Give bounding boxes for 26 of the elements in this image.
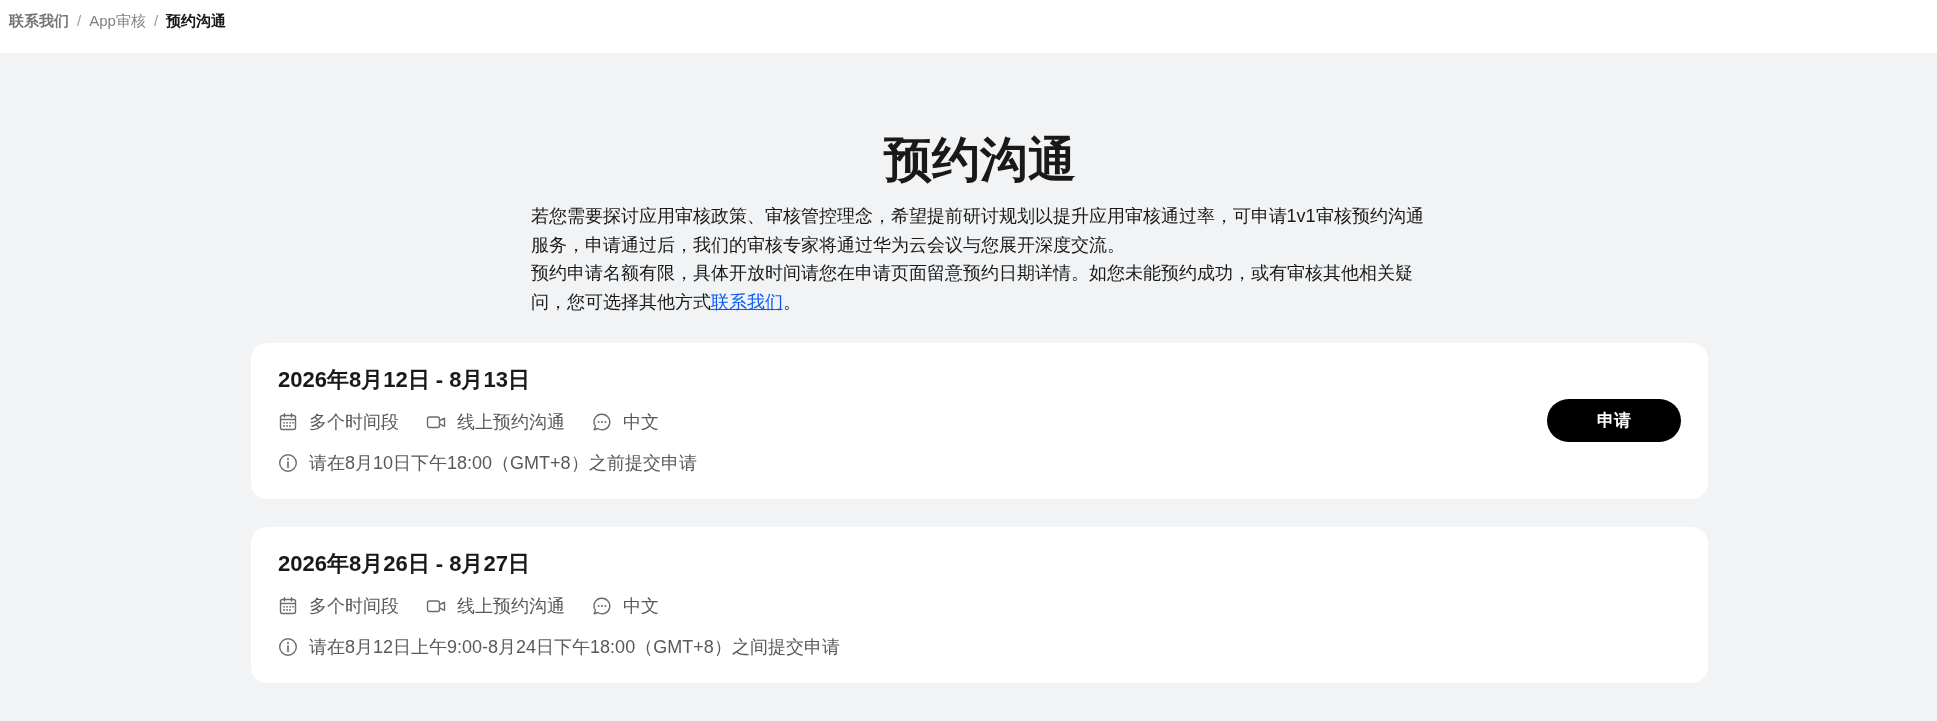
session-feature: 多个时间段 [309,411,399,434]
apply-button[interactable]: 申请 [1547,398,1681,442]
session-feature: 多个时间段 [309,595,399,618]
info-icon [278,453,298,473]
deadline-note: 请在8月10日下午18:00（GMT+8）之前提交申请 [309,452,697,475]
breadcrumb-current: 预约沟通 [166,11,227,31]
breadcrumb-separator: / [77,11,82,31]
calendar-icon [278,596,298,616]
intro-paragraph: 若您需要探讨应用审核政策、审核管控理念，希望提前研讨规划以提升应用审核通过率，可申请1v1审核预约沟通服务，申请通过后，我们的审核专家将通过华为云会议与您展开深度交流。 [530,205,1425,257]
chat-bubble-icon [592,596,612,616]
info-icon [278,637,298,657]
chat-bubble-icon [592,412,612,432]
session-feature: 线上预约沟通 [457,411,565,434]
session-feature: 中文 [623,411,659,434]
session-date: 2026年8月12日 - 8月13日 [278,366,531,394]
deadline-note: 请在8月12日上午9:00-8月24日下午18:00（GMT+8）之间提交申请 [309,636,840,659]
session-feature: 中文 [623,595,659,618]
session-feature: 线上预约沟通 [457,595,565,618]
breadcrumb-link[interactable]: 联系我们 [9,11,69,31]
contact-link[interactable]: 联系我们 [710,291,783,312]
session-date: 2026年8月26日 - 8月27日 [278,550,531,578]
breadcrumb-separator: / [153,11,159,31]
intro-paragraph: 预约申请名额有限，具体开放时间请您在申请页面留意预约日期详情。如您未能预约成功，或有审核其他相关疑问，您可选择其他方式联系我们。 [530,262,1414,314]
breadcrumb-link[interactable]: App审核 [89,11,146,31]
page-title: 预约沟通 [882,132,1077,188]
calendar-icon [278,412,298,432]
